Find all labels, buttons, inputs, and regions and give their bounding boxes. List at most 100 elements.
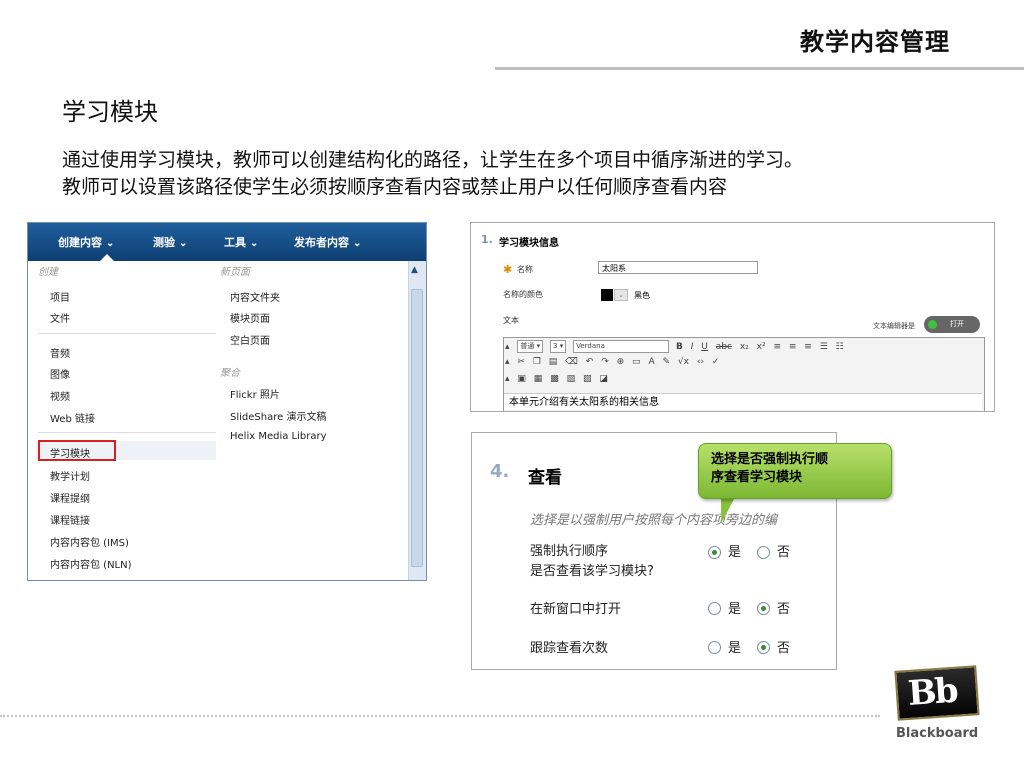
no-label: 否 bbox=[777, 545, 791, 560]
logo-mark: Bb bbox=[906, 670, 958, 714]
collapse-icon[interactable]: ▴ bbox=[505, 374, 510, 384]
callout-line-2: 序查看学习模块 bbox=[711, 470, 803, 485]
build-content-menu-screenshot: 创建内容 ⌄ 测验 ⌄ 工具 ⌄ 发布者内容 ⌄ 创建 项目 文件 音频 图像 视频 W… bbox=[27, 222, 427, 581]
font-family-select[interactable]: Verdana bbox=[573, 340, 670, 353]
strikethrough-icon[interactable]: abc bbox=[716, 342, 732, 352]
menu-divider bbox=[38, 432, 216, 433]
menu-item-item[interactable]: 项目 bbox=[50, 289, 70, 304]
math-icon[interactable]: √x bbox=[678, 357, 689, 367]
callout-text: 选择是否强制执行顺 序查看学习模块 bbox=[711, 451, 828, 487]
color-name: 黑色 bbox=[634, 291, 650, 300]
view-section-title: 查看 bbox=[528, 468, 562, 488]
chevron-down-icon: ⌄ bbox=[179, 238, 188, 249]
paragraph-style-select[interactable]: 普通 ▾ bbox=[517, 340, 544, 353]
numbered-list-icon[interactable]: ☷ bbox=[836, 342, 844, 352]
spellcheck-icon[interactable]: ✓ bbox=[712, 357, 720, 367]
enforce-sequence-yes-radio[interactable] bbox=[708, 546, 721, 559]
collapse-icon[interactable]: ▴ bbox=[505, 357, 510, 367]
view-instructions: 选择是以强制用户按照每个内容项旁边的编 bbox=[530, 513, 778, 528]
header-divider bbox=[495, 67, 1024, 70]
slide-title: 教学内容管理 bbox=[800, 28, 950, 56]
col-heading-mashups: 聚合 bbox=[220, 368, 240, 379]
collapse-icon[interactable]: ▴ bbox=[505, 342, 510, 352]
menu-bar: 创建内容 ⌄ 测验 ⌄ 工具 ⌄ 发布者内容 ⌄ bbox=[28, 223, 426, 261]
open-new-window-yes-radio[interactable] bbox=[708, 602, 721, 615]
col-heading-new-page: 新页面 bbox=[220, 267, 250, 278]
menu-item-syllabus[interactable]: 课程提纲 bbox=[50, 490, 90, 505]
cut-icon[interactable]: ✂ bbox=[517, 357, 525, 367]
menu-item-course-link[interactable]: 课程链接 bbox=[50, 512, 90, 527]
underline-icon[interactable]: U bbox=[701, 342, 708, 352]
menu-item-image[interactable]: 图像 bbox=[50, 366, 70, 381]
chevron-down-icon: ⌄ bbox=[106, 238, 115, 249]
align-right-icon[interactable]: ≡ bbox=[804, 342, 812, 352]
list-icon[interactable]: ☰ bbox=[820, 342, 828, 352]
align-left-icon[interactable]: ≡ bbox=[773, 342, 781, 352]
editor-toolbar-row-3: ▴ ▣ ▦ ▩ ▧ ▨ ◪ bbox=[505, 374, 613, 384]
yes-label: 是 bbox=[728, 602, 742, 617]
editor-content[interactable]: 本单元介绍有关太阳系的相关信息 bbox=[504, 393, 982, 410]
form-section-title: 学习模块信息 bbox=[499, 238, 559, 249]
menu-item-module-page[interactable]: 模块页面 bbox=[230, 310, 270, 325]
menu-item-nln-package[interactable]: 内容内容包 (NLN) bbox=[50, 556, 132, 571]
enforce-sequence-no-radio[interactable] bbox=[757, 546, 770, 559]
menu-item-web-link[interactable]: Web 链接 bbox=[50, 410, 95, 425]
track-views-yes-radio[interactable] bbox=[708, 641, 721, 654]
tab-tools[interactable]: 工具 ⌄ bbox=[224, 234, 258, 250]
paste-icon[interactable]: ▤ bbox=[549, 357, 558, 367]
color-swatch[interactable] bbox=[601, 289, 613, 301]
bold-icon[interactable]: B bbox=[676, 342, 683, 352]
menu-item-ims-package[interactable]: 内容内容包 (IMS) bbox=[50, 534, 129, 549]
color-picker-button[interactable]: ⌄ bbox=[614, 289, 628, 301]
link-icon[interactable]: ⊕ bbox=[617, 357, 625, 367]
active-tab-caret bbox=[100, 254, 114, 261]
subscript-icon[interactable]: x₂ bbox=[740, 342, 749, 352]
learning-module-info-screenshot: 1. 学习模块信息 ✱ 名称 太阳系 名称的颜色 ⌄ 黑色 文本 文本编辑器是 … bbox=[470, 222, 995, 412]
menu-item-file[interactable]: 文件 bbox=[50, 310, 70, 325]
table-icon[interactable]: ▭ bbox=[632, 357, 641, 367]
eraser-icon[interactable]: ⌫ bbox=[565, 357, 578, 367]
text-color-icon[interactable]: A bbox=[648, 357, 654, 367]
copy-icon[interactable]: ❐ bbox=[533, 357, 541, 367]
description-line-1: 通过使用学习模块，教师可以创建结构化的路径，让学生在多个项目中循序渐进的学习。 bbox=[62, 149, 804, 171]
enforce-sequence-sublabel: 是否查看该学习模块? bbox=[530, 564, 654, 579]
insert-file-icon[interactable]: ▣ bbox=[517, 374, 526, 384]
step-number: 1. bbox=[481, 233, 493, 246]
menu-item-content-folder[interactable]: 内容文件夹 bbox=[230, 289, 280, 304]
italic-icon[interactable]: I bbox=[691, 342, 694, 352]
scrollbar-thumb[interactable] bbox=[411, 289, 423, 567]
menu-item-flickr[interactable]: Flickr 照片 bbox=[230, 386, 280, 401]
open-new-window-label: 在新窗口中打开 bbox=[530, 602, 622, 617]
section-title: 学习模块 bbox=[62, 98, 158, 126]
highlight-icon[interactable]: ✎ bbox=[662, 357, 670, 367]
text-label: 文本 bbox=[503, 316, 519, 325]
redo-icon[interactable]: ↷ bbox=[601, 357, 609, 367]
menu-item-lesson-plan[interactable]: 教学计划 bbox=[50, 468, 90, 483]
blackboard-wordmark: Blackboard bbox=[896, 726, 979, 741]
superscript-icon[interactable]: x² bbox=[757, 342, 766, 352]
undo-icon[interactable]: ↶ bbox=[586, 357, 594, 367]
tab-create-content[interactable]: 创建内容 ⌄ bbox=[58, 234, 114, 250]
font-size-select[interactable]: 3 ▾ bbox=[550, 340, 567, 353]
insert-image-icon[interactable]: ▦ bbox=[534, 374, 543, 384]
no-label: 否 bbox=[777, 641, 791, 656]
html-icon[interactable]: ‹› bbox=[697, 357, 704, 367]
menu-item-audio[interactable]: 音频 bbox=[50, 345, 70, 360]
open-new-window-no-radio[interactable] bbox=[757, 602, 770, 615]
insert-mashup-icon[interactable]: ▧ bbox=[567, 374, 576, 384]
menu-item-video[interactable]: 视频 bbox=[50, 388, 70, 403]
tab-publisher-content[interactable]: 发布者内容 ⌄ bbox=[294, 234, 361, 250]
callout-bubble: 选择是否强制执行顺 序查看学习模块 bbox=[698, 443, 892, 499]
name-input[interactable]: 太阳系 bbox=[598, 261, 758, 274]
menu-item-slideshare[interactable]: SlideShare 演示文稿 bbox=[230, 408, 326, 423]
insert-doc-icon[interactable]: ◪ bbox=[599, 374, 608, 384]
callout-line-1: 选择是否强制执行顺 bbox=[711, 452, 829, 467]
insert-flash-icon[interactable]: ▨ bbox=[583, 374, 592, 384]
menu-item-blank-page[interactable]: 空白页面 bbox=[230, 332, 270, 347]
track-views-no-radio[interactable] bbox=[757, 641, 770, 654]
tab-tests[interactable]: 测验 ⌄ bbox=[153, 234, 187, 250]
insert-media-icon[interactable]: ▩ bbox=[550, 374, 559, 384]
menu-item-helix[interactable]: Helix Media Library bbox=[230, 431, 327, 442]
scroll-up-arrow-icon[interactable]: ▲ bbox=[411, 265, 418, 275]
align-center-icon[interactable]: ≡ bbox=[789, 342, 797, 352]
